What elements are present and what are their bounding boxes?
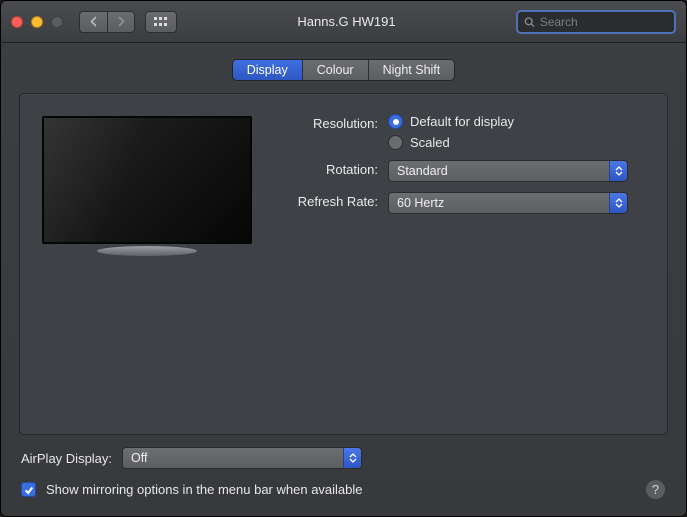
window-title: Hanns.G HW191	[187, 14, 506, 29]
radio-unchecked-icon	[388, 135, 403, 150]
radio-label: Scaled	[410, 135, 450, 150]
mirroring-row: Show mirroring options in the menu bar w…	[21, 479, 666, 500]
airplay-label: AirPlay Display:	[21, 451, 112, 466]
airplay-row: AirPlay Display: Off	[21, 447, 666, 469]
search-field[interactable]	[516, 10, 676, 34]
select-arrows-icon	[609, 193, 627, 213]
window-controls	[11, 16, 63, 28]
chevron-right-icon	[117, 16, 126, 27]
close-icon[interactable]	[11, 16, 23, 28]
tab-display[interactable]: Display	[233, 60, 303, 80]
select-value: 60 Hertz	[397, 196, 444, 210]
help-button[interactable]: ?	[645, 479, 666, 500]
show-all-button[interactable]	[145, 11, 177, 33]
search-icon	[524, 16, 535, 28]
bottom-area: AirPlay Display: Off Show mirroring opti…	[19, 435, 668, 500]
tab-colour[interactable]: Colour	[303, 60, 369, 80]
radio-checked-icon	[388, 114, 403, 129]
settings-grid: Resolution: Default for display Scaled R…	[278, 114, 645, 214]
resolution-default-radio[interactable]: Default for display	[388, 114, 645, 129]
select-arrows-icon	[343, 448, 361, 468]
chevron-left-icon	[89, 16, 98, 27]
refresh-rate-select[interactable]: 60 Hertz	[388, 192, 628, 214]
content: Display Colour Night Shift Resolution: D…	[1, 43, 686, 516]
select-value: Off	[131, 451, 147, 465]
mirroring-checkbox[interactable]	[21, 482, 36, 497]
zoom-icon	[51, 16, 63, 28]
back-button[interactable]	[79, 11, 107, 33]
resolution-label: Resolution:	[278, 114, 378, 131]
grid-icon	[154, 17, 168, 27]
radio-label: Default for display	[410, 114, 514, 129]
resolution-scaled-radio[interactable]: Scaled	[388, 135, 645, 150]
monitor-stand-icon	[97, 246, 197, 256]
check-icon	[24, 485, 34, 495]
monitor-screen-icon	[42, 116, 252, 244]
tab-night-shift[interactable]: Night Shift	[369, 60, 455, 80]
nav-group	[79, 11, 135, 33]
titlebar: Hanns.G HW191	[1, 1, 686, 43]
rotation-select[interactable]: Standard	[388, 160, 628, 182]
question-icon: ?	[652, 482, 659, 497]
mirroring-label: Show mirroring options in the menu bar w…	[46, 482, 363, 497]
minimize-icon[interactable]	[31, 16, 43, 28]
resolution-options: Default for display Scaled	[388, 114, 645, 150]
rotation-label: Rotation:	[278, 160, 378, 177]
preferences-window: Hanns.G HW191 Display Colour Night Shift…	[0, 0, 687, 517]
refresh-rate-label: Refresh Rate:	[278, 192, 378, 209]
search-input[interactable]	[540, 15, 668, 29]
select-value: Standard	[397, 164, 448, 178]
display-panel: Resolution: Default for display Scaled R…	[19, 93, 668, 435]
segmented-tabs: Display Colour Night Shift	[232, 59, 456, 81]
airplay-select[interactable]: Off	[122, 447, 362, 469]
select-arrows-icon	[609, 161, 627, 181]
monitor-preview	[42, 116, 252, 256]
forward-button[interactable]	[107, 11, 135, 33]
tab-bar: Display Colour Night Shift	[19, 59, 668, 81]
